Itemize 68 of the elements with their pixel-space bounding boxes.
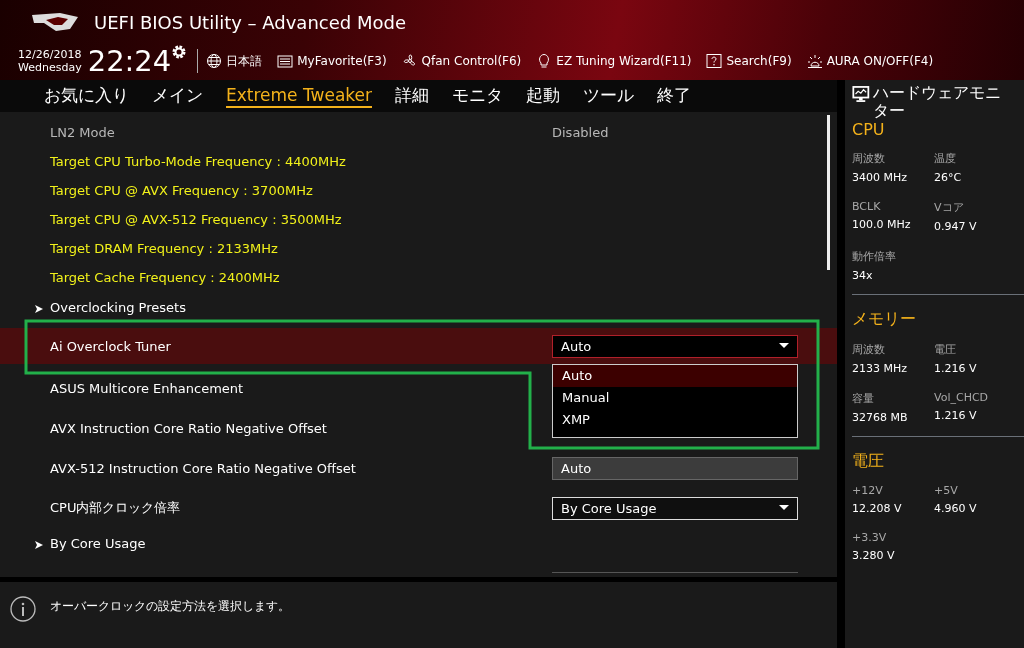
dropdown-option[interactable]: Auto: [553, 365, 797, 387]
nav-tab[interactable]: モニタ: [452, 82, 503, 110]
setting-label: AVX Instruction Core Ratio Negative Offset: [50, 420, 327, 436]
reading-label: Vコア: [934, 200, 965, 215]
app-title: UEFI BIOS Utility – Advanced Mode: [94, 11, 406, 33]
submenu-link[interactable]: Overclocking Presets: [50, 299, 186, 315]
reading-value: 32768 MB: [852, 411, 909, 424]
section-title: メモリー: [852, 309, 917, 330]
setting-label: Target CPU @ AVX Frequency : 3700MHz: [50, 183, 313, 198]
dropdown-select[interactable]: Auto: [552, 334, 798, 358]
dropdown-select[interactable]: By Core Usage: [552, 496, 798, 520]
nav-tab[interactable]: 終了: [657, 82, 691, 110]
reading-value: 1.216 V: [934, 409, 978, 422]
section-title: CPU: [852, 120, 886, 139]
reading-value: 100.0 MHz: [852, 218, 912, 231]
reading-label: +5V: [934, 484, 959, 497]
reading-value: 3400 MHz: [852, 171, 909, 184]
setting-label: AVX-512 Instruction Core Ratio Negative Offset: [50, 460, 356, 476]
section-title: 電圧: [852, 451, 885, 472]
nav-tab[interactable]: 詳細: [395, 82, 429, 110]
clock-time: 22:24: [87, 44, 172, 78]
date-text: 12/26/2018: [18, 48, 82, 61]
reading-label: BCLK: [852, 200, 882, 213]
reading-label: 容量: [852, 391, 875, 406]
setting-label: LN2 Mode: [50, 125, 115, 140]
reading-label: 周波数: [852, 151, 886, 166]
reading-label: 動作倍率: [852, 249, 897, 264]
reading-label: +12V: [852, 484, 884, 497]
setting-label: ASUS Multicore Enhancement: [50, 380, 244, 396]
nav-tab[interactable]: お気に入り: [44, 82, 129, 110]
nav-tab[interactable]: メイン: [152, 82, 203, 110]
toolbar-button[interactable]: 日本語: [226, 52, 263, 70]
reading-value: 26°C: [934, 171, 963, 184]
setting-label: CPU内部クロック倍率: [50, 500, 181, 515]
setting-label: Target DRAM Frequency : 2133MHz: [50, 241, 278, 256]
reading-label: 電圧: [934, 342, 957, 357]
submenu-link[interactable]: By Core Usage: [50, 535, 146, 551]
reading-value: 12.208 V: [852, 502, 903, 515]
setting-label: Ai Overclock Tuner: [50, 338, 171, 354]
reading-value: 34x: [852, 269, 874, 282]
reading-label: +3.3V: [852, 531, 888, 544]
reading-label: 周波数: [852, 342, 886, 357]
toolbar-button[interactable]: Search(F9): [726, 54, 792, 68]
selected-row-highlight[interactable]: Ai Overclock Tuner Auto: [0, 328, 837, 364]
value-field[interactable]: Auto: [552, 456, 798, 480]
weekday-text: Wednesday: [18, 61, 82, 74]
reading-value: 3.280 V: [852, 549, 896, 562]
reading-value: 2133 MHz: [852, 362, 909, 375]
reading-value: 4.960 V: [934, 502, 978, 515]
reading-label: Vol_CHCD: [934, 391, 990, 404]
reading-value: 0.947 V: [934, 220, 978, 233]
help-text: オーバークロックの設定方法を選択します。: [50, 598, 290, 615]
setting-value: Disabled: [552, 125, 609, 140]
toolbar-button[interactable]: Qfan Control(F6): [421, 54, 522, 68]
dropdown-option[interactable]: XMP: [553, 409, 797, 431]
toolbar-button[interactable]: EZ Tuning Wizard(F11): [556, 54, 692, 68]
setting-label: Target CPU @ AVX-512 Frequency : 3500MHz: [50, 212, 342, 227]
reading-value: 1.216 V: [934, 362, 978, 375]
setting-label: Target CPU Turbo-Mode Frequency : 4400MHz: [50, 154, 346, 169]
nav-tab[interactable]: Extreme Tweaker: [226, 84, 372, 108]
dropdown-option[interactable]: Manual: [553, 387, 797, 409]
nav-tab[interactable]: 起動: [526, 82, 560, 110]
toolbar-button[interactable]: AURA ON/OFF(F4): [826, 54, 934, 68]
nav-tab[interactable]: ツール: [583, 82, 634, 110]
monitor-title: ハードウェアモニター: [872, 84, 1002, 120]
toolbar-button[interactable]: MyFavorite(F3): [297, 54, 387, 68]
setting-label: Target Cache Frequency : 2400MHz: [50, 270, 280, 285]
reading-label: 温度: [934, 151, 957, 166]
